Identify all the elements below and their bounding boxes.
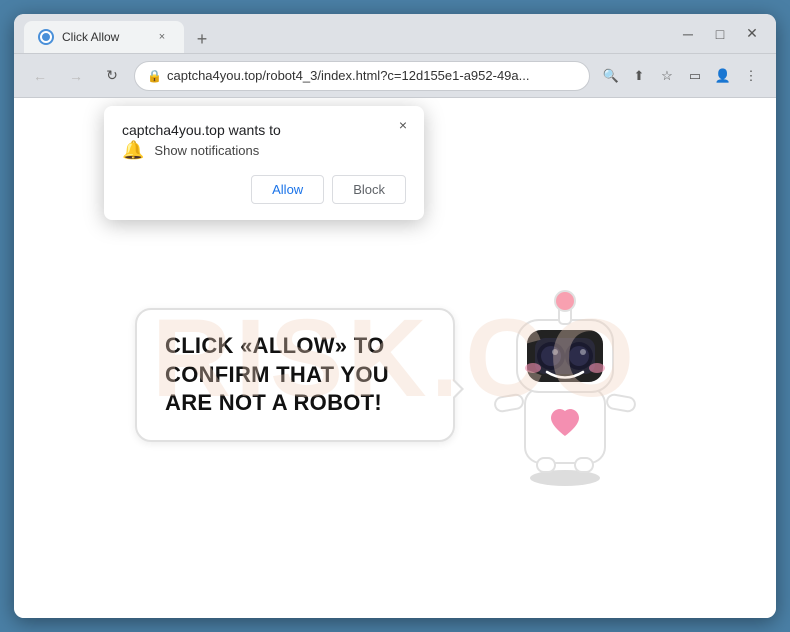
permission-text: Show notifications — [154, 143, 259, 158]
minimize-button[interactable]: ─ — [674, 20, 702, 48]
forward-button[interactable]: → — [62, 62, 90, 90]
robot-container — [475, 268, 655, 488]
robot-illustration — [475, 268, 655, 488]
tab-close-button[interactable]: × — [154, 29, 170, 45]
new-tab-button[interactable]: + — [188, 25, 216, 53]
bell-icon: 🔔 — [122, 140, 144, 161]
bookmark-button[interactable]: ☆ — [654, 63, 680, 89]
search-button[interactable]: 🔍 — [598, 63, 624, 89]
tab-title: Click Allow — [62, 30, 146, 44]
address-bar: ← → ↻ 🔒 captcha4you.top/robot4_3/index.h… — [14, 54, 776, 98]
allow-button[interactable]: Allow — [251, 175, 324, 204]
content-wrapper: CLICK «ALLOW» TO CONFIRM THAT YOU ARE NO… — [135, 268, 655, 488]
window-controls: ─ □ ✕ — [674, 20, 766, 48]
popup-buttons: Allow Block — [122, 175, 406, 204]
share-button[interactable]: ⬆ — [626, 63, 652, 89]
reload-button[interactable]: ↻ — [98, 62, 126, 90]
account-button[interactable]: 👤 — [710, 63, 736, 89]
block-button[interactable]: Block — [332, 175, 406, 204]
browser-window: Click Allow × + ─ □ ✕ ← → ↻ 🔒 captcha4yo… — [14, 14, 776, 618]
back-button[interactable]: ← — [26, 62, 54, 90]
main-message: CLICK «ALLOW» TO CONFIRM THAT YOU ARE NO… — [165, 333, 389, 415]
toolbar-actions: 🔍 ⬆ ☆ ▭ 👤 ⋮ — [598, 63, 764, 89]
browser-content: RISK.CO captcha4you.top wants to × 🔔 Sho… — [14, 98, 776, 618]
active-tab[interactable]: Click Allow × — [24, 21, 184, 53]
maximize-button[interactable]: □ — [706, 20, 734, 48]
url-text: captcha4you.top/robot4_3/index.html?c=12… — [167, 68, 577, 83]
close-button[interactable]: ✕ — [738, 20, 766, 48]
title-bar: Click Allow × + ─ □ ✕ — [14, 14, 776, 54]
notification-popup: captcha4you.top wants to × 🔔 Show notifi… — [104, 106, 424, 220]
popup-close-button[interactable]: × — [392, 114, 414, 136]
url-bar[interactable]: 🔒 captcha4you.top/robot4_3/index.html?c=… — [134, 61, 590, 91]
lock-icon: 🔒 — [147, 69, 161, 83]
popup-permission: 🔔 Show notifications — [122, 140, 406, 161]
tab-favicon — [38, 29, 54, 45]
tab-area: Click Allow × + — [24, 14, 666, 53]
menu-button[interactable]: ⋮ — [738, 63, 764, 89]
speech-bubble: CLICK «ALLOW» TO CONFIRM THAT YOU ARE NO… — [135, 308, 455, 442]
reader-mode-button[interactable]: ▭ — [682, 63, 708, 89]
popup-title: captcha4you.top wants to — [122, 122, 281, 138]
